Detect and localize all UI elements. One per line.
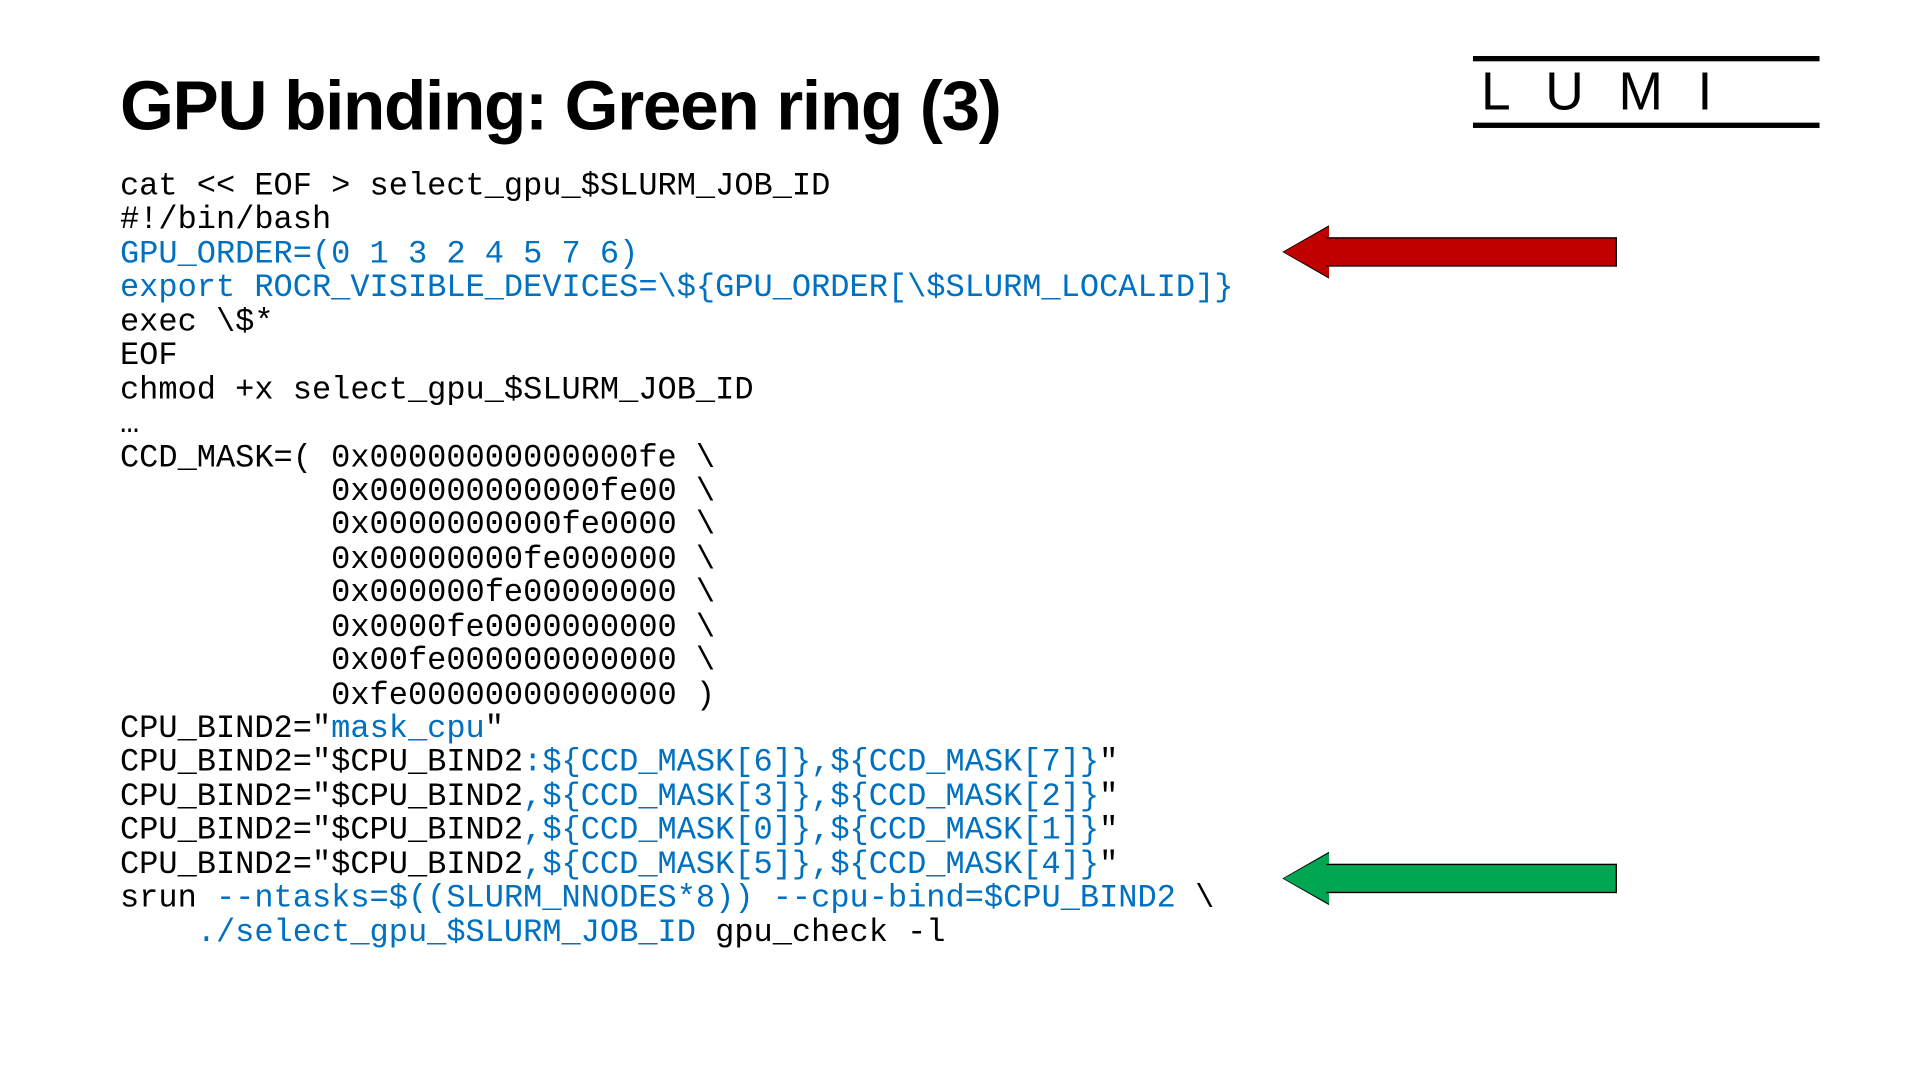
green-arrow-annotation <box>1284 853 1617 904</box>
code-line: " <box>1099 847 1118 883</box>
presentation-slide: LUMI GPU binding: Green ring (3) cat << … <box>0 0 1920 1080</box>
code-line: CPU_BIND2="$CPU_BIND2 <box>120 814 523 850</box>
code-line-highlight: ,${CCD_MASK[0]},${CCD_MASK[1]} <box>523 814 1099 850</box>
code-line: 0x000000fe00000000 \ <box>120 576 715 612</box>
lumi-logo: LUMI <box>1473 56 1820 128</box>
code-line: … <box>120 407 139 443</box>
code-line: gpu_check -l <box>696 915 946 951</box>
code-line: 0x000000000000fe00 \ <box>120 474 715 510</box>
code-line: " <box>1099 780 1118 816</box>
code-line: exec \$* <box>120 305 274 341</box>
code-line: 0xfe00000000000000 ) <box>120 678 715 714</box>
logo-text: LUMI <box>1473 65 1820 118</box>
code-line-highlight: --ntasks=$((SLURM_NNODES*8)) --cpu-bind=… <box>216 881 1176 917</box>
code-line: #!/bin/bash <box>120 203 331 239</box>
arrow-head-icon <box>1284 853 1329 904</box>
code-line: 0x00000000fe000000 \ <box>120 542 715 578</box>
code-line: " <box>1099 746 1118 782</box>
code-line: CPU_BIND2="$CPU_BIND2 <box>120 746 523 782</box>
code-line-highlight: mask_cpu <box>331 712 485 748</box>
code-line: " <box>1099 814 1118 850</box>
code-line: CPU_BIND2=" <box>120 712 331 748</box>
code-line: srun <box>120 881 216 917</box>
arrow-shaft <box>1326 237 1617 266</box>
code-line: chmod +x select_gpu_$SLURM_JOB_ID <box>120 373 754 409</box>
code-line: CCD_MASK=( 0x00000000000000fe \ <box>120 441 715 477</box>
arrow-shaft <box>1326 864 1617 893</box>
logo-bottom-bar <box>1473 123 1820 128</box>
code-line: \ <box>1176 881 1214 917</box>
code-block: cat << EOF > select_gpu_$SLURM_JOB_ID #!… <box>120 171 1813 951</box>
code-line <box>120 915 197 951</box>
code-line: 0x0000000000fe0000 \ <box>120 508 715 544</box>
code-line: CPU_BIND2="$CPU_BIND2 <box>120 780 523 816</box>
red-arrow-annotation <box>1284 227 1617 278</box>
logo-top-bar <box>1473 56 1820 61</box>
code-line: cat << EOF > select_gpu_$SLURM_JOB_ID <box>120 169 830 205</box>
code-line: CPU_BIND2="$CPU_BIND2 <box>120 847 523 883</box>
code-line: EOF <box>120 339 178 375</box>
code-line-highlight: :${CCD_MASK[6]},${CCD_MASK[7]} <box>523 746 1099 782</box>
code-line-highlight: ,${CCD_MASK[5]},${CCD_MASK[4]} <box>523 847 1099 883</box>
arrow-head-icon <box>1284 227 1329 278</box>
code-line: 0x00fe000000000000 \ <box>120 644 715 680</box>
code-line: " <box>485 712 504 748</box>
code-line-highlight: ,${CCD_MASK[3]},${CCD_MASK[2]} <box>523 780 1099 816</box>
code-line-highlight: export ROCR_VISIBLE_DEVICES=\${GPU_ORDER… <box>120 271 1234 307</box>
code-line-highlight: ./select_gpu_$SLURM_JOB_ID <box>197 915 696 951</box>
code-line-highlight: GPU_ORDER=(0 1 3 2 4 5 7 6) <box>120 237 638 273</box>
code-line: 0x0000fe0000000000 \ <box>120 610 715 646</box>
